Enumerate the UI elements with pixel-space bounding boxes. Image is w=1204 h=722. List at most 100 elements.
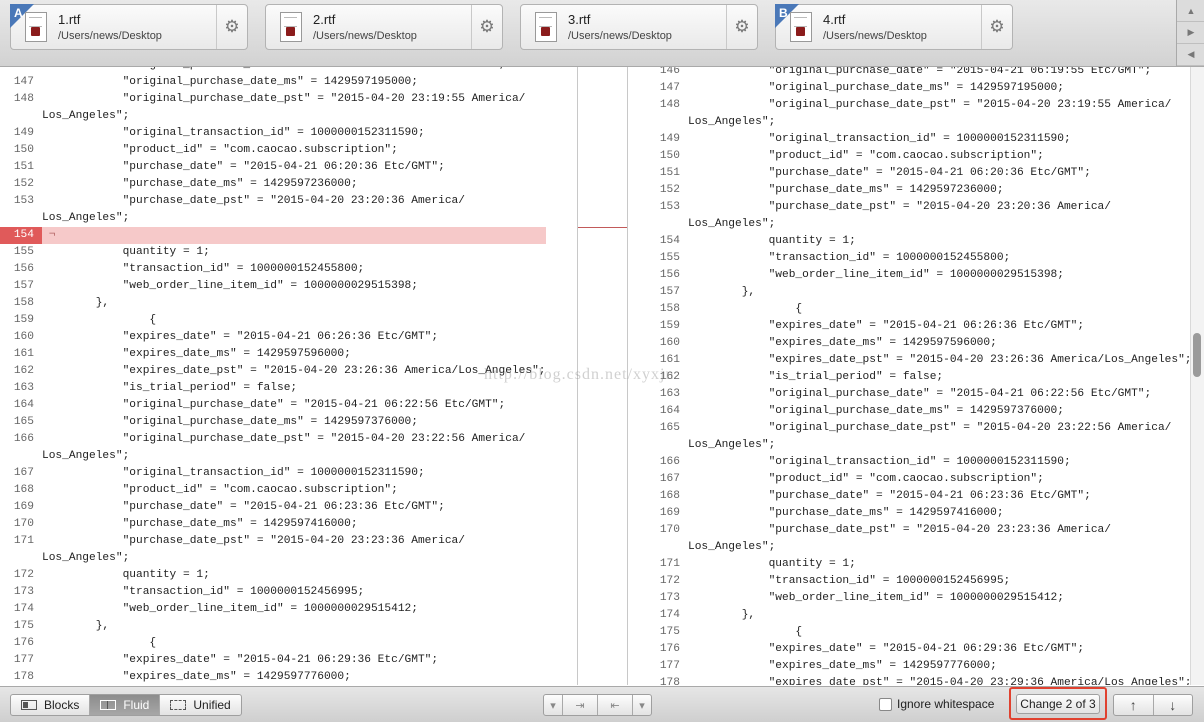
code-line: 164 "original_purchase_date_ms" = 142959…: [628, 403, 1190, 420]
line-text: "purchase_date_pst" = "2015-04-20 23:20:…: [688, 201, 1111, 213]
merge-right-icon[interactable]: ⇥: [563, 695, 598, 715]
code-line: 146 "original_purchase_date" = "2015-04-…: [628, 67, 1190, 80]
line-number: 177: [659, 660, 680, 672]
fluid-mode-button[interactable]: Fluid: [90, 695, 161, 715]
line-text: "is_trial_period" = false;: [688, 371, 944, 383]
code-line: 165 "original_purchase_date_pst" = "2015…: [628, 420, 1190, 437]
scroll-left-icon[interactable]: ◀: [1177, 44, 1204, 66]
line-text: "product_id" = "com.caocao.subscription"…: [42, 484, 398, 496]
change-counter-button[interactable]: Change 2 of 3: [1016, 694, 1100, 714]
line-text: "purchase_date_ms" = 1429597236000;: [42, 178, 358, 190]
line-text: "expires_date" = "2015-04-21 06:26:36 Et…: [42, 331, 439, 343]
line-text: Los_Angeles";: [688, 439, 776, 451]
code-line: 177 "expires_date" = "2015-04-21 06:29:3…: [0, 652, 546, 669]
line-number: 167: [13, 467, 34, 479]
gear-icon[interactable]: ⚙: [981, 5, 1012, 49]
code-line: 175 {: [628, 624, 1190, 641]
right-diff-pane[interactable]: 146 "original_purchase_date" = "2015-04-…: [627, 67, 1190, 685]
line-text: "original_transaction_id" = 100000015231…: [688, 133, 1071, 145]
line-number: [628, 539, 688, 556]
code-line: 161 "expires_date_ms" = 1429597596000;: [0, 346, 546, 363]
code-line: 156 "transaction_id" = 1000000152455800;: [0, 261, 546, 278]
code-line: 177 "expires_date_ms" = 1429597776000;: [628, 658, 1190, 675]
line-text: "original_purchase_date" = "2015-04-21 0…: [688, 67, 1152, 77]
line-number: 169: [13, 501, 34, 513]
line-number: 175: [659, 626, 680, 638]
code-line: 178 "expires_date_ms" = 1429597776000;: [0, 669, 546, 685]
code-line: Los_Angeles";: [628, 216, 1190, 233]
merge-right-dropdown-icon[interactable]: ▾: [633, 695, 651, 715]
merge-left-icon[interactable]: ⇤: [598, 695, 633, 715]
scrollbar-thumb[interactable]: [1193, 333, 1201, 377]
line-text: "product_id" = "com.caocao.subscription"…: [688, 473, 1044, 485]
line-number: 158: [659, 303, 680, 315]
line-number: [628, 437, 688, 454]
line-text: "purchase_date_ms" = 1429597236000;: [688, 184, 1004, 196]
file-tab-3[interactable]: 3.rtf /Users/news/Desktop ⚙: [520, 4, 758, 50]
code-line: 172 "transaction_id" = 1000000152456995;: [628, 573, 1190, 590]
tab-file-name: 2.rtf: [313, 12, 336, 27]
file-tab-2[interactable]: 2.rtf /Users/news/Desktop ⚙: [265, 4, 503, 50]
code-line: 174 },: [628, 607, 1190, 624]
line-number: 150: [13, 144, 34, 156]
changed-line: 154 ¬: [0, 227, 546, 244]
line-text: "original_purchase_date_pst" = "2015-04-…: [42, 433, 526, 445]
code-line: 157 },: [628, 284, 1190, 301]
line-text: "expires_date" = "2015-04-21 06:29:36 Et…: [42, 654, 439, 666]
scroll-right-icon[interactable]: ▶: [1177, 22, 1204, 44]
line-text: "expires_date_pst" = "2015-04-20 23:29:3…: [688, 677, 1190, 685]
next-change-arrow-icon[interactable]: ↓: [1154, 695, 1193, 715]
code-line: 160 "expires_date" = "2015-04-21 06:26:3…: [0, 329, 546, 346]
gear-icon[interactable]: ⚙: [216, 5, 247, 49]
line-text: "purchase_date_ms" = 1429597416000;: [42, 518, 358, 530]
code-line: 149 "original_transaction_id" = 10000001…: [0, 125, 546, 142]
code-line: 160 "expires_date_ms" = 1429597596000;: [628, 335, 1190, 352]
code-line: 148 "original_purchase_date_pst" = "2015…: [628, 97, 1190, 114]
code-line: 163 "is_trial_period" = false;: [0, 380, 546, 397]
line-text: Los_Angeles";: [688, 116, 776, 128]
code-line: 170 "purchase_date_ms" = 1429597416000;: [0, 516, 546, 533]
line-number: 155: [659, 252, 680, 264]
line-text: "transaction_id" = 1000000152456995;: [42, 586, 365, 598]
line-text: Los_Angeles";: [42, 552, 130, 564]
code-line: 176 "expires_date" = "2015-04-21 06:29:3…: [628, 641, 1190, 658]
tab-scroll-controls: ▲ ▶ ◀: [1176, 0, 1204, 66]
line-number: [628, 216, 688, 233]
line-number: [0, 550, 42, 567]
line-number: 152: [659, 184, 680, 196]
line-number: 147: [13, 76, 34, 88]
line-number: 147: [659, 82, 680, 94]
blocks-mode-button[interactable]: Blocks: [11, 695, 91, 715]
line-text: "product_id" = "com.caocao.subscription"…: [688, 150, 1044, 162]
file-tab-4[interactable]: B 4.rtf /Users/news/Desktop ⚙: [775, 4, 1013, 50]
gear-icon[interactable]: ⚙: [471, 5, 502, 49]
previous-change-arrow-icon[interactable]: ↑: [1114, 695, 1154, 715]
code-line: 150 "product_id" = "com.caocao.subscript…: [0, 142, 546, 159]
code-line: 157 "web_order_line_item_id" = 100000002…: [0, 278, 546, 295]
code-line: 170 "purchase_date_pst" = "2015-04-20 23…: [628, 522, 1190, 539]
line-number: 156: [13, 263, 34, 275]
code-line: 169 "purchase_date_ms" = 1429597416000;: [628, 505, 1190, 522]
line-number: [0, 210, 42, 227]
ignore-whitespace-checkbox[interactable]: [879, 697, 892, 711]
ignore-whitespace-option[interactable]: Ignore whitespace: [879, 697, 994, 711]
scroll-up-icon[interactable]: ▲: [1177, 0, 1204, 22]
line-text: "purchase_date" = "2015-04-21 06:23:36 E…: [42, 501, 445, 513]
fluid-mode-label: Fluid: [123, 698, 150, 712]
vertical-scrollbar[interactable]: [1190, 67, 1204, 685]
gear-icon[interactable]: ⚙: [726, 5, 757, 49]
unified-mode-button[interactable]: Unified: [160, 695, 240, 715]
code-line: Los_Angeles";: [0, 550, 546, 567]
merge-left-dropdown-icon[interactable]: ▾: [544, 695, 563, 715]
code-line: 156 "web_order_line_item_id" = 100000002…: [628, 267, 1190, 284]
unified-mode-icon: [170, 700, 187, 710]
file-tab-1[interactable]: A 1.rtf /Users/news/Desktop ⚙: [10, 4, 248, 50]
rtf-document-icon: [790, 12, 812, 42]
line-number: 168: [13, 484, 34, 496]
line-text: "web_order_line_item_id" = 1000000029515…: [42, 603, 418, 615]
fluid-mode-icon: [100, 700, 117, 710]
code-line: 167 "product_id" = "com.caocao.subscript…: [628, 471, 1190, 488]
line-text: "purchase_date_pst" = "2015-04-20 23:20:…: [42, 195, 465, 207]
line-number: [0, 448, 42, 465]
line-number: 155: [13, 246, 34, 258]
